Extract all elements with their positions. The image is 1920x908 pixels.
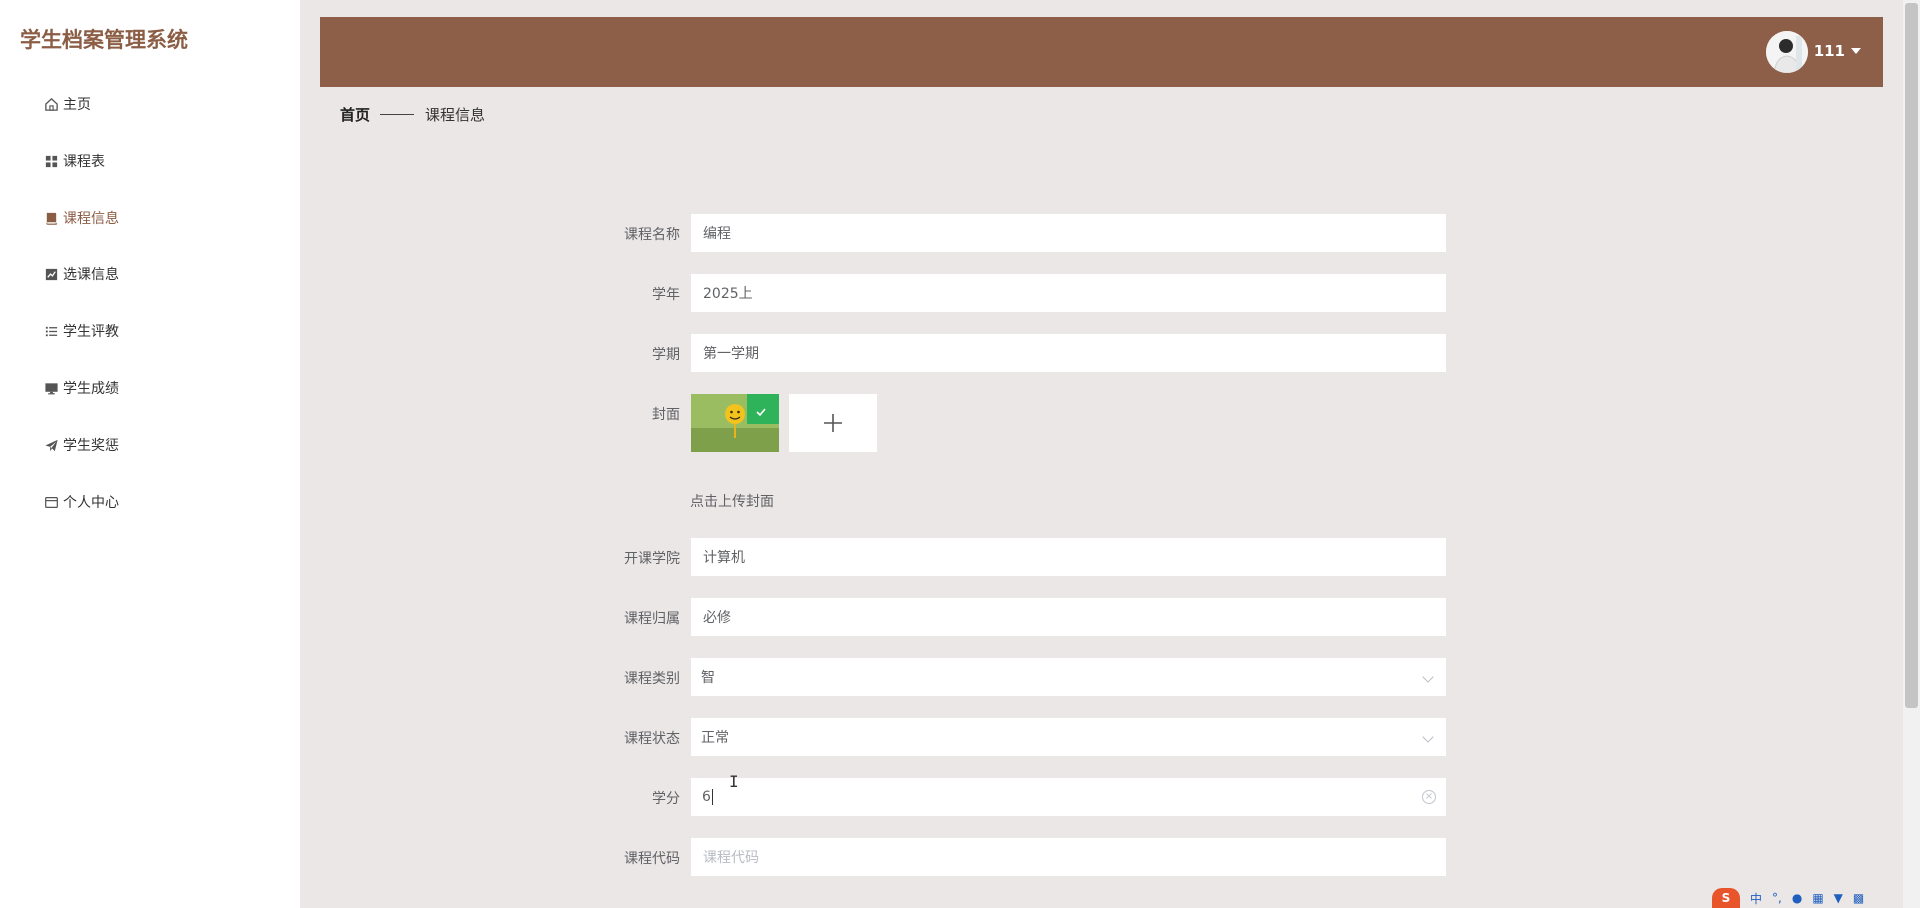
app-title: 学生档案管理系统 bbox=[20, 28, 188, 52]
monitor-icon bbox=[44, 381, 59, 396]
college-value: 计算机 bbox=[703, 550, 745, 566]
sidebar-item-rewards[interactable]: 学生奖惩 bbox=[44, 433, 119, 457]
course-name-value: 编程 bbox=[703, 226, 731, 242]
sidebar-item-label: 主页 bbox=[63, 97, 91, 113]
course-name-input[interactable]: 编程 bbox=[691, 214, 1446, 252]
send-icon bbox=[44, 438, 59, 453]
home-icon bbox=[44, 97, 59, 112]
sidebar-item-label: 个人中心 bbox=[63, 495, 119, 511]
category-label: 课程类别 bbox=[624, 671, 680, 687]
scrollbar[interactable] bbox=[1903, 0, 1920, 908]
user-avatar-icon[interactable] bbox=[1766, 31, 1808, 73]
microphone-icon[interactable]: ● bbox=[1792, 891, 1802, 905]
code-label: 课程代码 bbox=[624, 851, 680, 867]
clear-icon[interactable]: × bbox=[1422, 790, 1436, 804]
cover-image-thumbnail[interactable] bbox=[691, 394, 779, 452]
chevron-down-icon bbox=[1422, 671, 1434, 683]
sidebar-item-grades[interactable]: 学生成绩 bbox=[44, 376, 119, 400]
cover-upload-button[interactable] bbox=[789, 394, 877, 452]
book-icon bbox=[44, 211, 59, 226]
toolbox-icon[interactable]: ▩ bbox=[1853, 891, 1864, 905]
breadcrumb-separator bbox=[380, 114, 415, 115]
credit-input[interactable]: 6 × bbox=[691, 778, 1446, 816]
school-year-value: 2025上 bbox=[703, 286, 753, 302]
semester-value: 第一学期 bbox=[703, 346, 759, 362]
text-caret bbox=[711, 789, 713, 805]
sidebar-item-label: 选课信息 bbox=[63, 267, 119, 283]
sidebar: 学生档案管理系统 主页 课程表 课程信息 选课信息 学生评教 学生成绩 学生奖惩… bbox=[0, 0, 300, 908]
course-name-label: 课程名称 bbox=[624, 227, 680, 243]
cover-upload-hint: 点击上传封面 bbox=[690, 494, 774, 510]
sidebar-item-label: 课程信息 bbox=[63, 211, 119, 227]
status-value: 正常 bbox=[701, 730, 729, 746]
plus-icon bbox=[824, 414, 842, 432]
skin-icon[interactable]: ▼ bbox=[1834, 891, 1843, 905]
ime-toolbar[interactable]: S 中 °, ● ▦ ▼ ▩ bbox=[1708, 888, 1908, 908]
breadcrumb-current: 课程信息 bbox=[425, 106, 486, 124]
code-input[interactable]: 课程代码 bbox=[691, 838, 1446, 876]
breadcrumb: 首页 课程信息 bbox=[340, 104, 485, 125]
semester-input[interactable]: 第一学期 bbox=[691, 334, 1446, 372]
college-input[interactable]: 计算机 bbox=[691, 538, 1446, 576]
category-select[interactable]: 智 bbox=[691, 658, 1446, 696]
chart-icon bbox=[44, 267, 59, 282]
sidebar-item-evaluation[interactable]: 学生评教 bbox=[44, 319, 119, 343]
top-header-bar: 111 bbox=[320, 17, 1883, 87]
breadcrumb-home[interactable]: 首页 bbox=[340, 104, 370, 125]
list-icon bbox=[44, 324, 59, 339]
sidebar-item-home[interactable]: 主页 bbox=[44, 92, 91, 116]
credit-label: 学分 bbox=[652, 791, 680, 807]
sidebar-item-label: 学生成绩 bbox=[63, 381, 119, 397]
course-type-value: 必修 bbox=[703, 610, 731, 626]
sidebar-item-label: 学生评教 bbox=[63, 324, 119, 340]
status-label: 课程状态 bbox=[624, 731, 680, 747]
sidebar-item-profile[interactable]: 个人中心 bbox=[44, 490, 119, 514]
semester-label: 学期 bbox=[652, 347, 680, 363]
course-type-input[interactable]: 必修 bbox=[691, 598, 1446, 636]
code-placeholder: 课程代码 bbox=[703, 850, 759, 866]
window-icon bbox=[44, 495, 59, 510]
category-value: 智 bbox=[701, 670, 715, 686]
credit-value: 6 bbox=[702, 789, 711, 805]
i-beam-cursor-icon: I bbox=[729, 772, 739, 791]
cover-label: 封面 bbox=[652, 407, 680, 423]
scrollbar-thumb[interactable] bbox=[1905, 3, 1918, 708]
college-label: 开课学院 bbox=[624, 551, 680, 567]
sidebar-item-enrollment[interactable]: 选课信息 bbox=[44, 262, 119, 286]
chevron-down-icon[interactable] bbox=[1851, 48, 1861, 54]
chevron-down-icon bbox=[1422, 731, 1434, 743]
grid-icon bbox=[44, 154, 59, 169]
sidebar-item-label: 学生奖惩 bbox=[63, 438, 119, 454]
course-type-label: 课程归属 bbox=[624, 611, 680, 627]
sidebar-item-course-info[interactable]: 课程信息 bbox=[44, 206, 119, 230]
sidebar-item-schedule[interactable]: 课程表 bbox=[44, 149, 105, 173]
ime-mode[interactable]: 中 bbox=[1750, 890, 1762, 907]
ime-punctuation[interactable]: °, bbox=[1772, 891, 1782, 905]
school-year-label: 学年 bbox=[652, 287, 680, 303]
school-year-input[interactable]: 2025上 bbox=[691, 274, 1446, 312]
ime-logo-icon: S bbox=[1712, 888, 1740, 908]
username[interactable]: 111 bbox=[1814, 42, 1845, 60]
keyboard-icon[interactable]: ▦ bbox=[1812, 891, 1823, 905]
status-select[interactable]: 正常 bbox=[691, 718, 1446, 756]
sidebar-item-label: 课程表 bbox=[63, 154, 105, 170]
